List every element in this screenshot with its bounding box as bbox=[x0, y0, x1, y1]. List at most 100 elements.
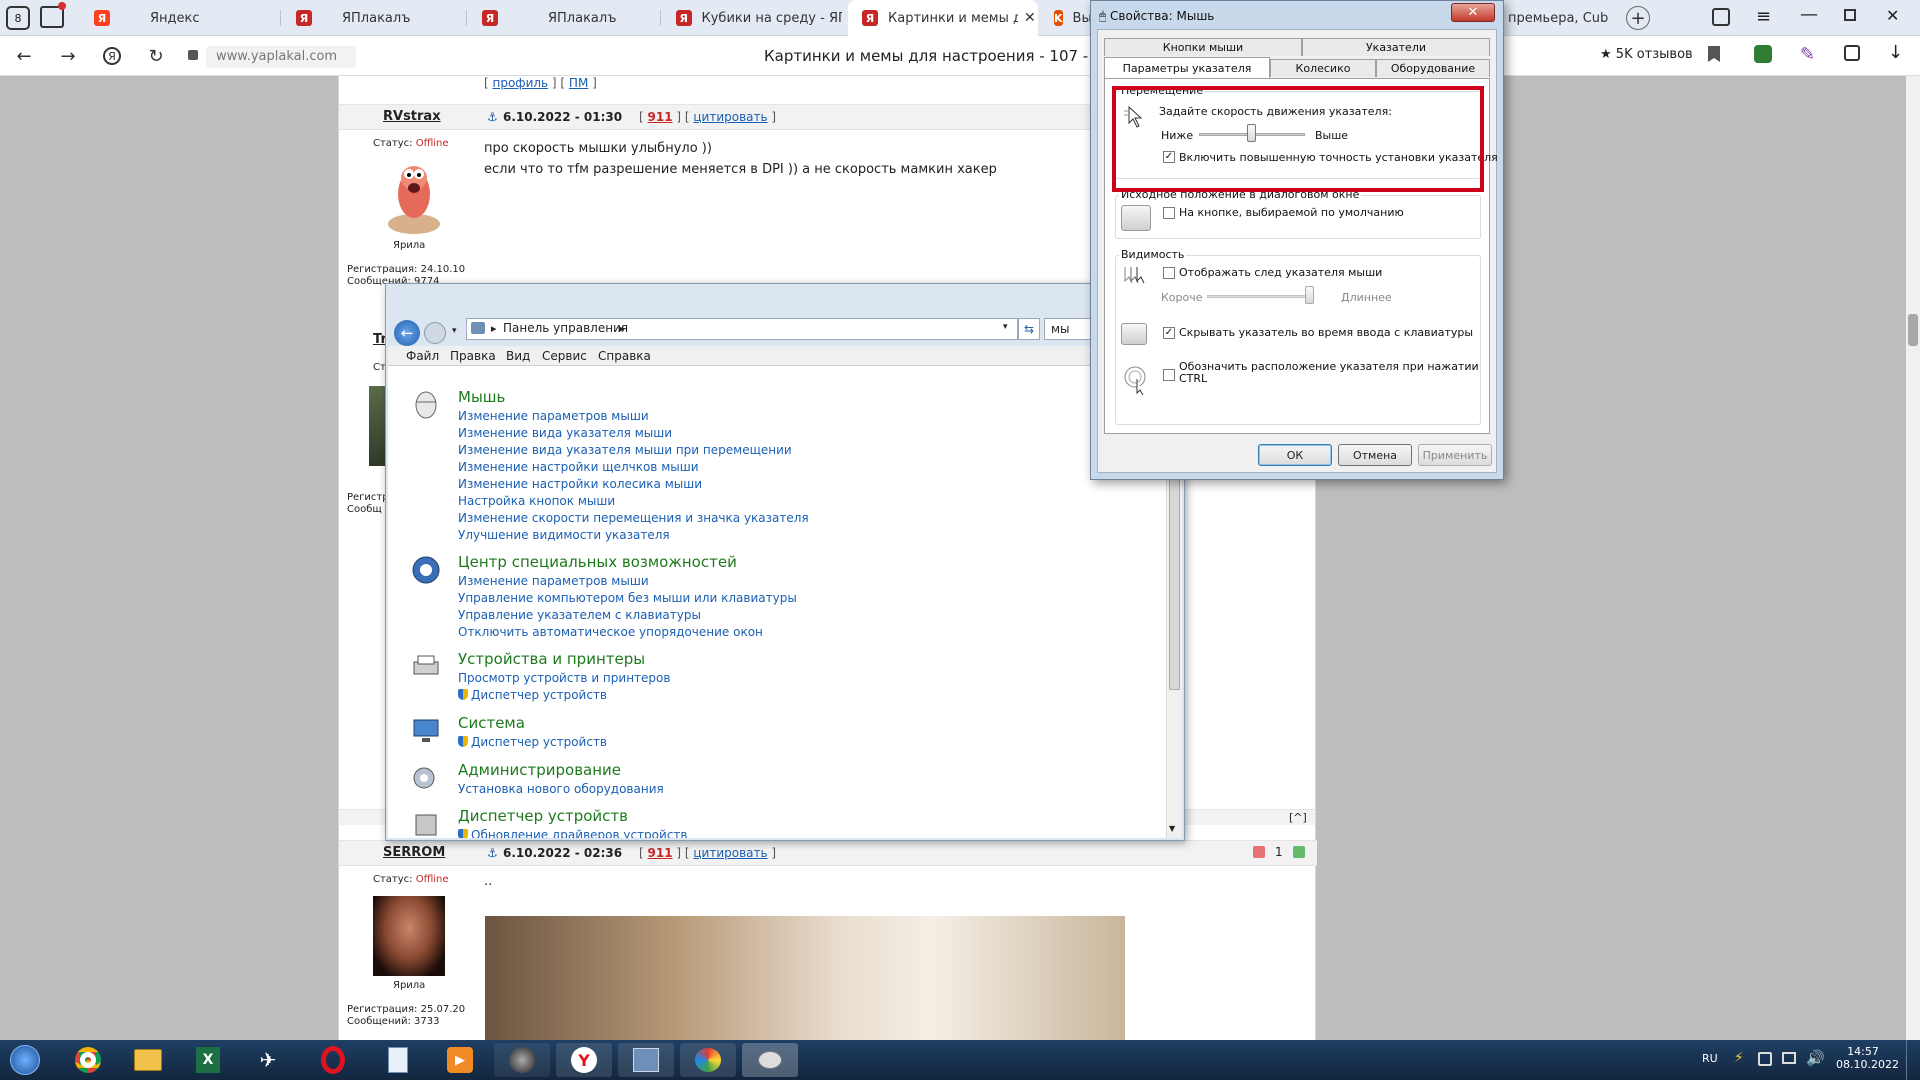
address-dropdown-icon[interactable]: ▾ bbox=[1003, 322, 1008, 332]
trails-checkbox[interactable] bbox=[1163, 267, 1175, 279]
task-link[interactable]: Изменение вида указателя мыши при переме… bbox=[458, 442, 809, 459]
task-link[interactable]: Управление компьютером без мыши или клав… bbox=[458, 590, 797, 607]
ctrl-checkbox[interactable] bbox=[1163, 369, 1175, 381]
task-link[interactable]: Настройка кнопок мыши bbox=[458, 493, 809, 510]
menu-view[interactable]: Вид bbox=[506, 349, 530, 363]
scroll-top-button[interactable]: [^] bbox=[1289, 811, 1307, 824]
tab-hardware[interactable]: Оборудование bbox=[1376, 59, 1490, 77]
minimize-icon[interactable]: — bbox=[1800, 4, 1818, 25]
tab-wheel[interactable]: Колесико bbox=[1270, 59, 1376, 77]
notepad-icon[interactable] bbox=[370, 1043, 426, 1077]
airplane-icon[interactable]: ✈ bbox=[240, 1043, 296, 1077]
forward-arrow-icon[interactable]: → bbox=[54, 42, 82, 70]
like-icon[interactable] bbox=[1293, 846, 1305, 858]
task-link[interactable]: Установка нового оборудования bbox=[458, 781, 664, 798]
bookmark-icon[interactable] bbox=[1708, 46, 1720, 62]
tab-kubiki[interactable]: Я Кубики на среду - ЯПлак bbox=[662, 0, 842, 36]
category-title[interactable]: Мышь bbox=[458, 388, 505, 406]
volume-icon[interactable]: 🔊 bbox=[1806, 1049, 1825, 1067]
post-image[interactable] bbox=[485, 916, 1125, 1040]
history-dropdown-icon[interactable]: ▾ bbox=[452, 326, 457, 336]
show-desktop-button[interactable] bbox=[1906, 1040, 1920, 1080]
tab-active-kartinki[interactable]: Я Картинки и мемы для ✕ bbox=[848, 0, 1038, 36]
yandex-home-icon[interactable]: Я bbox=[98, 42, 126, 70]
back-arrow-icon[interactable]: ← bbox=[10, 42, 38, 70]
task-link[interactable]: Изменение параметров мыши bbox=[458, 408, 809, 425]
restore-icon[interactable] bbox=[1844, 9, 1856, 21]
task-link[interactable]: Изменение вида указателя мыши bbox=[458, 425, 809, 442]
tab-premiere[interactable]: премьера, Cub bbox=[1500, 0, 1640, 36]
refresh-icon[interactable]: ⇆ bbox=[1018, 318, 1040, 340]
protect-icon[interactable] bbox=[1754, 45, 1772, 63]
cancel-button[interactable]: Отмена bbox=[1338, 444, 1412, 466]
globe-icon[interactable] bbox=[494, 1043, 550, 1077]
category-title[interactable]: Устройства и принтеры bbox=[458, 650, 645, 668]
paint-icon[interactable] bbox=[680, 1043, 736, 1077]
tab-yaplakal-2[interactable]: Я ЯПлакалъ bbox=[468, 0, 658, 36]
tab-partial[interactable]: K Вы bbox=[1040, 0, 1092, 36]
task-link-admin[interactable]: Обновление драйверов устройств bbox=[458, 827, 687, 838]
hide-pointer-checkbox[interactable]: ✓ bbox=[1163, 327, 1175, 339]
task-link-admin[interactable]: Диспетчер устройств bbox=[458, 687, 670, 704]
action-center-icon[interactable] bbox=[1758, 1052, 1772, 1066]
tab-pointers[interactable]: Указатели bbox=[1302, 38, 1490, 56]
task-link[interactable]: Изменение скорости перемещения и значка … bbox=[458, 510, 809, 527]
ok-button[interactable]: ОК bbox=[1258, 444, 1332, 466]
profile-link[interactable]: профиль bbox=[493, 76, 549, 90]
quote-link[interactable]: цитировать bbox=[693, 846, 767, 860]
scroll-down-icon[interactable]: ▼ bbox=[1169, 824, 1175, 833]
menu-file[interactable]: Файл bbox=[406, 349, 439, 363]
opera-icon[interactable] bbox=[305, 1043, 361, 1077]
apply-button[interactable]: Применить bbox=[1418, 444, 1492, 466]
tab-pointer-options[interactable]: Параметры указателя bbox=[1104, 57, 1270, 78]
category-title[interactable]: Центр специальных возможностей bbox=[458, 553, 737, 571]
task-link[interactable]: Изменение настройки щелчков мыши bbox=[458, 459, 809, 476]
chrome-icon[interactable] bbox=[60, 1043, 116, 1077]
dislike-icon[interactable] bbox=[1253, 846, 1265, 858]
quote-link[interactable]: цитировать bbox=[693, 110, 767, 124]
task-link[interactable]: Отключить автоматическое упорядочение ок… bbox=[458, 624, 797, 641]
task-link-admin[interactable]: Диспетчер устройств bbox=[458, 734, 607, 751]
forward-button[interactable] bbox=[424, 322, 446, 344]
pm-link[interactable]: ПМ bbox=[569, 76, 588, 90]
yandex-browser-icon[interactable]: Y bbox=[556, 1043, 612, 1077]
bookmarks-icon[interactable] bbox=[1712, 8, 1730, 26]
start-button[interactable] bbox=[0, 1043, 50, 1077]
page-scrollbar[interactable] bbox=[1906, 76, 1920, 1040]
breadcrumb[interactable]: Панель управления bbox=[503, 321, 628, 335]
new-tab-button[interactable]: + bbox=[1626, 6, 1650, 30]
category-title[interactable]: Диспетчер устройств bbox=[458, 807, 628, 825]
collections-icon[interactable] bbox=[1844, 45, 1860, 61]
task-link[interactable]: Изменение параметров мыши bbox=[458, 573, 797, 590]
address-bar[interactable]: ▸ Панель управления ▸ ▾ bbox=[466, 318, 1018, 340]
author-name[interactable]: RVstrax bbox=[383, 109, 441, 124]
category-title[interactable]: Администрирование bbox=[458, 761, 621, 779]
menu-help[interactable]: Справка bbox=[598, 349, 651, 363]
pin-icon[interactable]: ⚓ bbox=[487, 846, 498, 860]
media-player-icon[interactable]: ▶ bbox=[432, 1043, 488, 1077]
tab-buttons[interactable]: Кнопки мыши bbox=[1104, 38, 1302, 56]
control-panel-task-icon[interactable] bbox=[618, 1043, 674, 1077]
task-link[interactable]: Просмотр устройств и принтеров bbox=[458, 670, 670, 687]
category-title[interactable]: Система bbox=[458, 714, 525, 732]
network-icon[interactable] bbox=[1782, 1052, 1796, 1064]
trails-slider-thumb[interactable] bbox=[1305, 286, 1314, 304]
dialog-close-button[interactable]: ✕ bbox=[1451, 3, 1495, 22]
snap-checkbox[interactable] bbox=[1163, 207, 1175, 219]
menu-service[interactable]: Сервис bbox=[542, 349, 587, 363]
mouse-task-icon[interactable] bbox=[742, 1043, 798, 1077]
tab-yaplakal-1[interactable]: Я ЯПлакалъ bbox=[282, 0, 462, 36]
pin-icon[interactable]: ⚓ bbox=[487, 110, 498, 124]
excel-icon[interactable]: X bbox=[180, 1043, 236, 1077]
reload-icon[interactable]: ↻ bbox=[142, 42, 170, 70]
menu-icon[interactable]: ≡ bbox=[1756, 6, 1771, 27]
explorer-icon[interactable] bbox=[120, 1043, 176, 1077]
back-button[interactable]: ← bbox=[394, 320, 420, 346]
close-window-icon[interactable]: ✕ bbox=[1886, 6, 1899, 25]
task-link[interactable]: Улучшение видимости указателя bbox=[458, 527, 809, 544]
menu-edit[interactable]: Правка bbox=[450, 349, 496, 363]
tab-yandex[interactable]: Я Яндекс bbox=[80, 0, 280, 36]
pen-icon[interactable]: ✎ bbox=[1800, 44, 1815, 65]
task-link[interactable]: Управление указателем с клавиатуры bbox=[458, 607, 797, 624]
clock[interactable]: 14:57 08.10.2022 bbox=[1836, 1045, 1899, 1071]
